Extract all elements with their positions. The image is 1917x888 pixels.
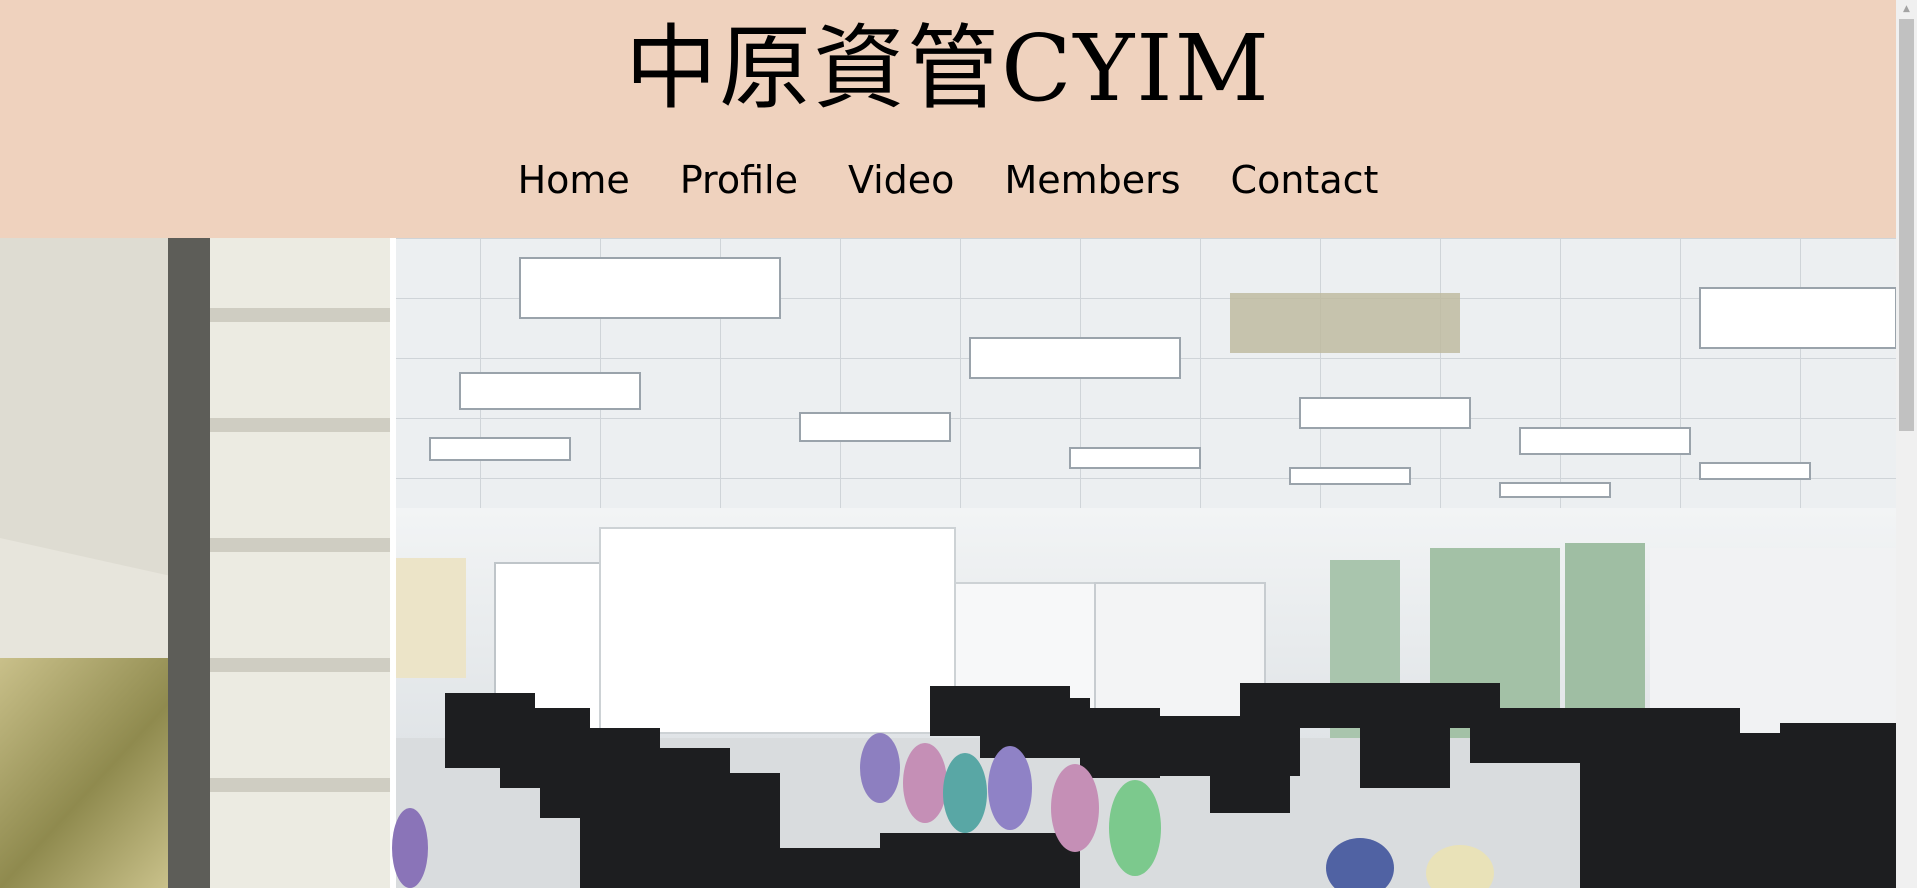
site-header: 中原資管CYIM Home Profile Video Members Cont… — [0, 0, 1896, 238]
nav-members[interactable]: Members — [1004, 158, 1180, 202]
scroll-thumb[interactable] — [1899, 19, 1914, 431]
main-nav: Home Profile Video Members Contact — [0, 158, 1896, 202]
nav-profile[interactable]: Profile — [680, 158, 798, 202]
nav-home[interactable]: Home — [518, 158, 630, 202]
classroom-photo — [0, 238, 1896, 888]
vertical-scrollbar[interactable]: ▲ — [1896, 0, 1917, 888]
hero-image — [0, 238, 1896, 888]
scroll-up-arrow-icon[interactable]: ▲ — [1896, 0, 1917, 17]
nav-video[interactable]: Video — [848, 158, 954, 202]
nav-contact[interactable]: Contact — [1231, 158, 1379, 202]
site-title: 中原資管CYIM — [625, 15, 1271, 122]
